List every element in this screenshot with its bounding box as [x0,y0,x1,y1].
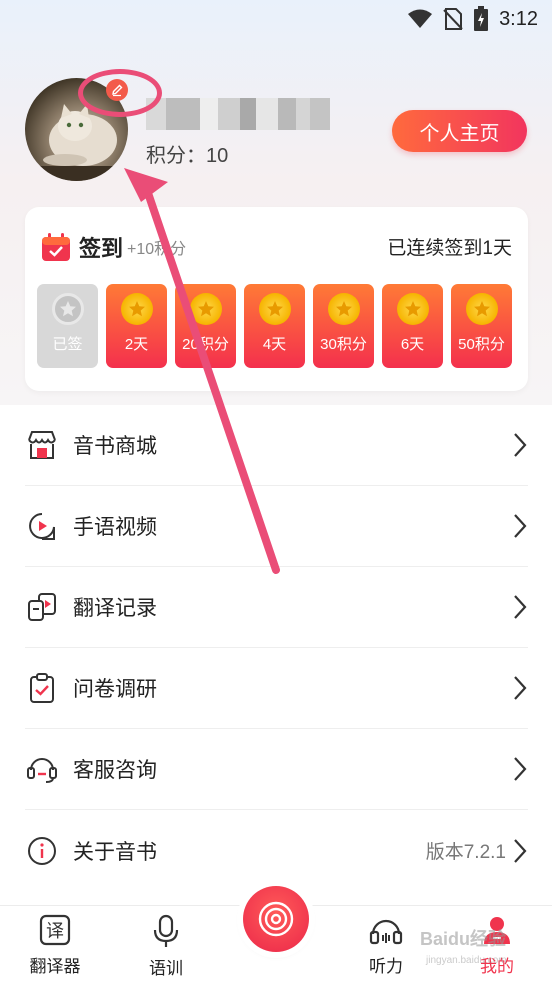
signin-day-4[interactable]: 4天 [244,284,305,368]
signin-day-label: 50积分 [458,336,505,353]
chevron-right-icon [514,433,527,457]
headset-icon [25,752,59,786]
status-bar: 3:12 [0,0,552,40]
microphone-icon [153,914,179,947]
menu-item-sign-video[interactable]: 手语视频 [25,486,528,567]
signin-day-2[interactable]: 2天 [106,284,167,368]
signin-day-label: 已签 [52,336,83,353]
wifi-icon [408,9,433,28]
status-time: 3:12 [499,7,538,30]
signin-day-label: 20积分 [182,336,229,353]
clipboard-check-icon [25,671,59,705]
signin-streak: 已连续签到1天 [387,238,512,259]
chevron-right-icon [514,838,527,863]
translate-record-icon [25,590,59,624]
signin-day-5[interactable]: 30积分 [313,284,374,368]
video-play-icon [25,509,59,543]
signin-day-7[interactable]: 50积分 [451,284,512,368]
menu-label: 客服咨询 [73,759,157,782]
chevron-right-icon [514,595,527,619]
nav-label: 听力 [369,957,403,976]
nav-translator[interactable]: 译 翻译器 [10,914,100,977]
menu-label: 关于音书 [73,840,157,864]
watermark-url: jingyan.baidu.com [426,955,507,966]
menu-item-customer-service[interactable]: 客服咨询 [25,729,528,810]
headphones-icon [369,919,403,945]
signin-title: 签到 [79,236,124,261]
signin-card: 签到 +10积分 已连续签到1天 已签 2天 20积分 4天 30积分 6天 50积分 [25,207,528,391]
star-coin-icon [121,293,153,325]
menu-item-survey[interactable]: 问卷调研 [25,648,528,729]
menu-label: 问卷调研 [73,678,157,701]
chevron-right-icon [514,514,527,538]
homepage-button[interactable]: 个人主页 [392,110,527,152]
signin-day-label: 4天 [262,336,287,353]
star-coin-icon [397,293,429,325]
menu-item-store[interactable]: 音书商城 [25,405,528,486]
signin-day-6[interactable]: 6天 [382,284,443,368]
menu-item-translation-record[interactable]: 翻译记录 [25,567,528,648]
version-text: 版本7.2.1 [425,842,506,863]
no-sim-icon [443,8,463,30]
signin-day-3[interactable]: 20积分 [175,284,236,368]
signin-day-label: 30积分 [320,336,367,353]
battery-charging-icon [474,6,489,31]
signin-day-1[interactable]: 已签 [37,284,98,368]
menu-label: 音书商城 [73,435,157,458]
watermark: Baidu经验 [420,929,507,949]
sound-wave-icon [258,901,294,937]
menu-item-about[interactable]: 关于音书 版本7.2.1 [25,810,528,891]
info-icon [25,834,59,868]
store-icon [25,428,59,462]
signin-days: 已签 2天 20积分 4天 30积分 6天 50积分 [37,284,512,368]
nav-label: 语训 [149,959,183,978]
signin-header: 签到 +10积分 [41,231,186,263]
nav-label: 翻译器 [29,957,81,976]
username-blurred [146,98,330,130]
signin-day-label: 6天 [400,336,425,353]
chevron-right-icon [514,757,527,781]
center-action-button[interactable] [243,886,309,952]
star-coin-icon [52,293,84,325]
points-text: 积分：10 [146,145,229,167]
star-coin-icon [466,293,498,325]
menu-list: 音书商城 手语视频 翻译记录 问卷调研 客服咨询 关于音书 版本7.2.1 [25,405,528,891]
star-coin-icon [190,293,222,325]
signin-bonus: +10积分 [127,241,187,258]
calendar-check-icon [42,233,70,261]
menu-label: 手语视频 [73,516,157,539]
annotation-highlight-circle [78,69,162,117]
chevron-right-icon [514,676,527,700]
star-coin-icon [259,293,291,325]
signin-day-label: 2天 [124,336,149,353]
svg-text:译: 译 [46,921,64,942]
nav-speech-training[interactable]: 语训 [121,914,211,979]
translate-icon: 译 [39,914,71,946]
nav-listening[interactable]: 听力 [341,914,431,977]
menu-label: 翻译记录 [73,597,157,620]
star-coin-icon [328,293,360,325]
